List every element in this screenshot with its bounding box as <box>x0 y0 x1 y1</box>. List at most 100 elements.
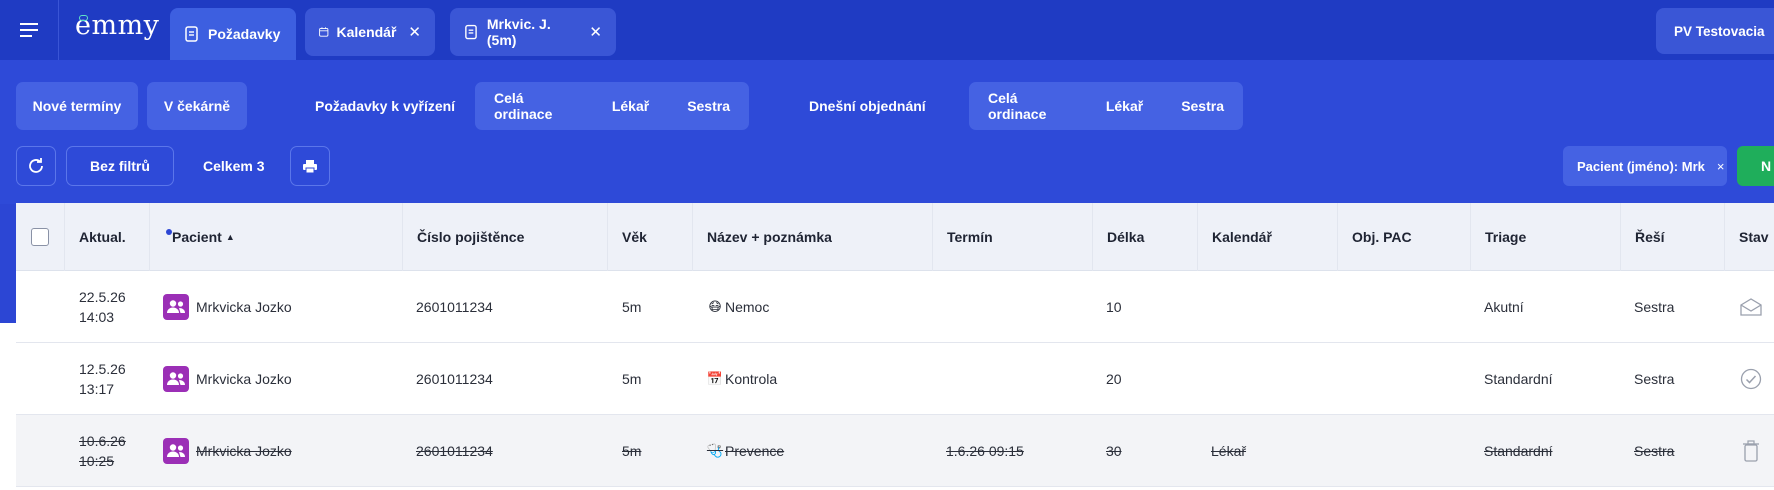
requests-filter-doctor[interactable]: Lékař <box>593 98 668 114</box>
check-circle-icon[interactable] <box>1740 343 1762 415</box>
waiting-room-button[interactable]: V čekárně <box>147 82 247 130</box>
app-logo[interactable]: emmy <box>75 10 159 50</box>
today-filter-doctor[interactable]: Lékař <box>1087 98 1162 114</box>
tab-label: Požadavky <box>208 26 281 42</box>
logo-mark-icon <box>79 15 88 21</box>
request-name: Nemoc <box>725 299 770 315</box>
select-all-checkbox[interactable] <box>31 228 49 246</box>
header-name[interactable]: Název + poznámka <box>693 203 933 271</box>
patient-avatar-icon <box>163 366 189 392</box>
patient-name: Mrkvicka Jozko <box>196 371 292 387</box>
sort-indicator-dot <box>166 229 172 235</box>
date-text: 12.5.26 <box>79 361 126 377</box>
cell-length: 20 <box>1106 371 1122 387</box>
header-insurance[interactable]: Číslo pojištěnce <box>403 203 608 271</box>
table-row[interactable]: 12.5.26 13:17 Mrkvicka Jozko 2601011234 … <box>16 343 1774 415</box>
requests-filter-group: Celá ordinace Lékař Sestra <box>475 82 749 130</box>
cell-patient[interactable]: Mrkvicka Jozko <box>163 343 292 415</box>
cell-solver: Sestra <box>1634 443 1675 459</box>
header-label: Pacient <box>172 229 222 245</box>
today-label: Dnešní objednání <box>809 98 926 114</box>
requests-filter-all[interactable]: Celá ordinace <box>475 90 593 122</box>
cell-length: 30 <box>1106 443 1122 459</box>
time-text: 13:17 <box>79 381 115 397</box>
header-age[interactable]: Věk <box>608 203 693 271</box>
cell-age: 5m <box>622 299 642 315</box>
user-button[interactable]: PV Testovacia <box>1656 8 1774 54</box>
cell-length: 10 <box>1106 299 1122 315</box>
time-text: 14:03 <box>79 309 115 325</box>
tab-patient[interactable]: Mrkvic. J. (5m) ✕ <box>450 8 616 56</box>
tab-kalendar[interactable]: Kalendář ✕ <box>305 8 435 56</box>
cell-date: 10.6.26 10:25 <box>79 415 126 487</box>
time-text: 10:25 <box>79 453 115 469</box>
envelope-icon[interactable] <box>1740 271 1762 343</box>
patient-avatar-icon <box>163 438 189 464</box>
active-filter-chip[interactable]: Pacient (jméno): Mrk × <box>1563 146 1727 186</box>
print-icon <box>303 159 317 173</box>
trash-icon[interactable] <box>1742 415 1760 487</box>
patient-avatar-icon <box>163 294 189 320</box>
new-request-button[interactable]: N <box>1737 146 1774 186</box>
cell-term: 1.6.26 09:15 <box>946 443 1024 459</box>
request-name: Prevence <box>725 443 785 459</box>
date-text: 22.5.26 <box>79 289 126 305</box>
cell-calendar: Lékař <box>1211 443 1247 459</box>
cell-age: 5m <box>622 443 642 459</box>
header-term[interactable]: Termín <box>933 203 1093 271</box>
today-filter-all[interactable]: Celá ordinace <box>969 90 1087 122</box>
print-button[interactable] <box>290 146 330 186</box>
header-select <box>16 203 65 271</box>
request-name: Kontrola <box>725 371 778 387</box>
patient-name: Mrkvicka Jozko <box>196 443 292 459</box>
tab-pozadavky[interactable]: Požadavky <box>170 8 296 60</box>
stethoscope-icon: 🩺 <box>706 443 724 458</box>
document-icon <box>465 24 477 39</box>
close-icon[interactable]: ✕ <box>589 23 602 41</box>
top-bar: emmy Požadavky Kalendář ✕ Mrkvic. J. (5m… <box>0 0 1774 60</box>
cell-patient[interactable]: Mrkvicka Jozko <box>163 271 292 343</box>
cell-name: 😷 Nemoc <box>707 271 769 343</box>
remove-filter-icon[interactable]: × <box>1717 159 1725 174</box>
logo-text: emmy <box>75 10 160 41</box>
cell-triage: Akutní <box>1484 299 1524 315</box>
calendar-emoji-icon: 📅 <box>706 371 724 386</box>
cell-date: 22.5.26 14:03 <box>79 271 126 343</box>
header-status[interactable]: Stav <box>1725 203 1774 271</box>
header-triage[interactable]: Triage <box>1471 203 1621 271</box>
table-row[interactable]: 22.5.26 14:03 Mrkvicka Jozko 2601011234 … <box>16 271 1774 343</box>
cell-name: 📅 Kontrola <box>707 343 777 415</box>
header-calendar[interactable]: Kalendář <box>1198 203 1338 271</box>
refresh-button[interactable] <box>16 146 56 186</box>
cell-insurance: 2601011234 <box>416 299 493 315</box>
tab-label: Mrkvic. J. (5m) <box>486 16 551 48</box>
requests-filter-nurse[interactable]: Sestra <box>668 98 749 114</box>
no-filters-button[interactable]: Bez filtrů <box>66 146 174 186</box>
header-aktual[interactable]: Aktual. <box>65 203 150 271</box>
today-filter-nurse[interactable]: Sestra <box>1162 98 1243 114</box>
close-icon[interactable]: ✕ <box>408 23 421 41</box>
sick-face-icon: 😷 <box>708 299 722 314</box>
date-text: 10.6.26 <box>79 433 126 449</box>
total-count: Celkem 3 <box>203 158 265 174</box>
cell-triage: Standardní <box>1484 371 1553 387</box>
header-solver[interactable]: Řeší <box>1621 203 1725 271</box>
calendar-icon <box>319 27 329 37</box>
header-obj-pac[interactable]: Obj. PAC <box>1338 203 1471 271</box>
tab-label: Kalendář <box>336 24 397 40</box>
cell-patient[interactable]: Mrkvicka Jozko <box>163 415 292 487</box>
table-row[interactable]: 10.6.26 10:25 Mrkvicka Jozko 2601011234 … <box>16 415 1774 487</box>
active-filter-label: Pacient (jméno): Mrk <box>1577 158 1705 174</box>
document-icon <box>185 25 198 42</box>
menu-icon[interactable] <box>0 0 59 60</box>
header-pacient[interactable]: Pacient ▲ <box>150 203 403 271</box>
cell-name: 🩺 Prevence <box>707 415 784 487</box>
sort-asc-icon: ▲ <box>225 232 235 242</box>
table-header: Aktual. Pacient ▲ Číslo pojištěnce Věk N… <box>16 203 1774 271</box>
cell-triage: Standardní <box>1484 443 1553 459</box>
header-length[interactable]: Délka <box>1093 203 1198 271</box>
requests-label: Požadavky k vyřízení <box>315 98 456 114</box>
cell-date: 12.5.26 13:17 <box>79 343 126 415</box>
today-filter-group: Celá ordinace Lékař Sestra <box>969 82 1243 130</box>
new-terms-button[interactable]: Nové termíny <box>16 82 138 130</box>
